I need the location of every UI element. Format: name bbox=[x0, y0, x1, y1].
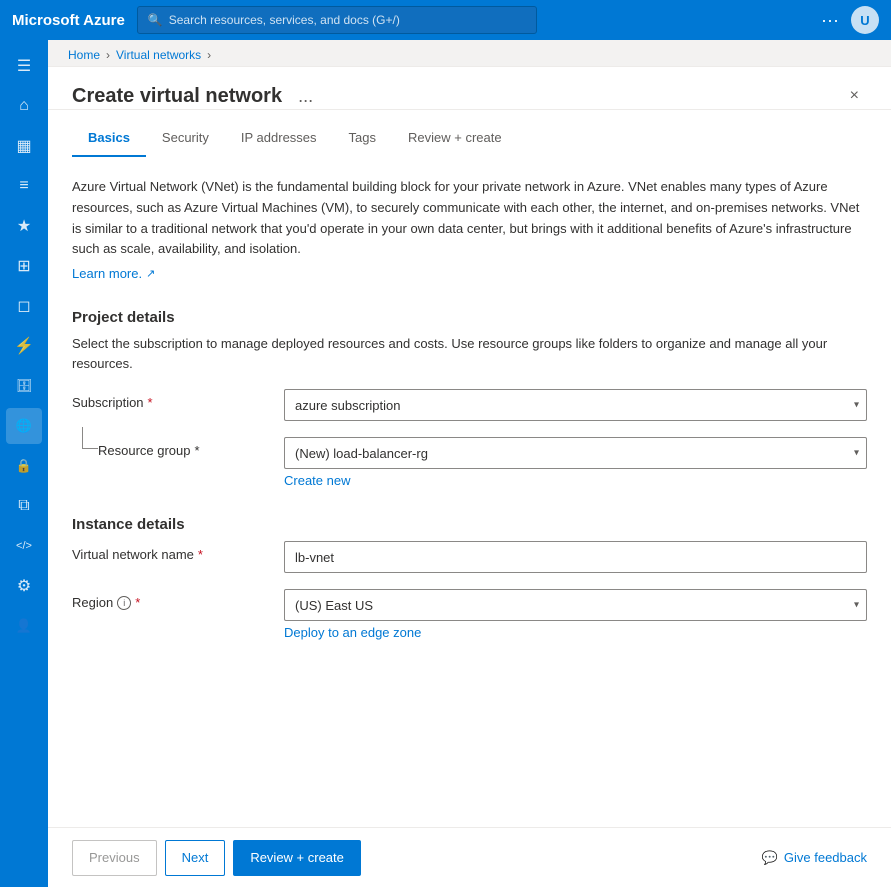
region-row: Region i * (US) East US ▾ Deploy t bbox=[72, 589, 867, 640]
project-details-desc: Select the subscription to manage deploy… bbox=[72, 334, 867, 373]
sidebar-dashboard-icon[interactable]: ▦ bbox=[6, 128, 42, 164]
search-bar[interactable]: 🔍 Search resources, services, and docs (… bbox=[137, 6, 537, 34]
sidebar-menu-icon[interactable]: ☰ bbox=[6, 48, 42, 84]
learn-more-link[interactable]: Learn more. ↗ bbox=[72, 266, 155, 281]
tree-line-wrapper: Resource group * bbox=[72, 437, 272, 458]
tab-tags[interactable]: Tags bbox=[333, 122, 392, 157]
sidebar-lightning-icon[interactable]: ⚡ bbox=[6, 328, 42, 364]
sidebar: ☰ ⌂ ▦ ≡ ★ ⊞ ◻ ⚡ 🗄 🌐 🔒 ⧉ </> ⚙ 👤 bbox=[0, 40, 48, 887]
subscription-control: azure subscription ▾ bbox=[284, 389, 867, 421]
main-area: Home › Virtual networks › Create virtual… bbox=[48, 40, 891, 887]
external-link-icon: ↗ bbox=[146, 267, 155, 280]
topbar-more-button[interactable]: ··· bbox=[821, 10, 839, 31]
resource-group-label: Resource group * bbox=[98, 437, 200, 458]
sidebar-home-icon[interactable]: ⌂ bbox=[6, 88, 42, 124]
breadcrumb: Home › Virtual networks › bbox=[48, 40, 891, 66]
panel-header: Create virtual network ... × bbox=[48, 67, 891, 110]
sidebar-apps-icon[interactable]: ⊞ bbox=[6, 248, 42, 284]
region-info-icon[interactable]: i bbox=[117, 596, 131, 610]
create-vnet-panel: Create virtual network ... × Basics Secu… bbox=[48, 66, 891, 887]
subscription-label: Subscription * bbox=[72, 389, 272, 410]
resource-group-select[interactable]: (New) load-balancer-rg bbox=[284, 437, 867, 469]
topbar: Microsoft Azure 🔍 Search resources, serv… bbox=[0, 0, 891, 40]
sidebar-code-icon[interactable]: </> bbox=[6, 528, 42, 564]
resource-group-row: Resource group * (New) load-balancer-rg … bbox=[72, 437, 867, 488]
breadcrumb-sep-2: › bbox=[207, 48, 211, 62]
user-avatar[interactable]: U bbox=[851, 6, 879, 34]
subscription-select[interactable]: azure subscription bbox=[284, 389, 867, 421]
topbar-right: ··· U bbox=[821, 6, 879, 34]
sidebar-favorites-icon[interactable]: ★ bbox=[6, 208, 42, 244]
bottom-bar: Previous Next Review + create 💬 Give fee… bbox=[48, 827, 891, 887]
vnet-name-input[interactable] bbox=[284, 541, 867, 573]
instance-details-title: Instance details bbox=[72, 516, 867, 533]
vnet-name-row: Virtual network name * bbox=[72, 541, 867, 573]
sidebar-activity-icon[interactable]: ≡ bbox=[6, 168, 42, 204]
sidebar-database-icon[interactable]: 🗄 bbox=[6, 368, 42, 404]
breadcrumb-sep-1: › bbox=[106, 48, 110, 62]
panel-body: Azure Virtual Network (VNet) is the fund… bbox=[48, 157, 891, 827]
review-create-button[interactable]: Review + create bbox=[233, 840, 361, 876]
tabs: Basics Security IP addresses Tags Review… bbox=[48, 122, 891, 157]
sidebar-monitor-icon[interactable]: ◻ bbox=[6, 288, 42, 324]
subscription-required: * bbox=[148, 395, 153, 410]
search-placeholder: Search resources, services, and docs (G+… bbox=[169, 13, 400, 27]
vnet-name-label: Virtual network name * bbox=[72, 541, 272, 562]
panel-menu-dots-button[interactable]: ... bbox=[292, 84, 319, 109]
breadcrumb-virtual-networks[interactable]: Virtual networks bbox=[116, 48, 201, 62]
tab-security[interactable]: Security bbox=[146, 122, 225, 157]
resource-group-control: (New) load-balancer-rg ▾ Create new bbox=[284, 437, 867, 488]
tree-connector bbox=[82, 427, 98, 449]
previous-button[interactable]: Previous bbox=[72, 840, 157, 876]
region-control: (US) East US ▾ Deploy to an edge zone bbox=[284, 589, 867, 640]
region-label: Region i * bbox=[72, 589, 272, 610]
subscription-row: Subscription * azure subscription ▾ bbox=[72, 389, 867, 421]
panel-close-button[interactable]: × bbox=[842, 83, 867, 109]
project-details-section: Project details Select the subscription … bbox=[72, 309, 867, 488]
region-required: * bbox=[135, 595, 140, 610]
feedback-icon: 💬 bbox=[762, 850, 778, 866]
subscription-select-wrapper: azure subscription ▾ bbox=[284, 389, 867, 421]
breadcrumb-home[interactable]: Home bbox=[68, 48, 100, 62]
vnet-name-control bbox=[284, 541, 867, 573]
region-select-wrapper: (US) East US ▾ bbox=[284, 589, 867, 621]
create-new-resource-group-link[interactable]: Create new bbox=[284, 473, 350, 488]
panel-title: Create virtual network bbox=[72, 85, 282, 108]
azure-logo: Microsoft Azure bbox=[12, 12, 125, 29]
sidebar-layers-icon[interactable]: ⧉ bbox=[6, 488, 42, 524]
tab-ip-addresses[interactable]: IP addresses bbox=[225, 122, 333, 157]
sidebar-settings-icon[interactable]: ⚙ bbox=[6, 568, 42, 604]
resource-group-select-wrapper: (New) load-balancer-rg ▾ bbox=[284, 437, 867, 469]
next-button[interactable]: Next bbox=[165, 840, 226, 876]
give-feedback-link[interactable]: 💬 Give feedback bbox=[762, 850, 867, 866]
sidebar-lock-icon[interactable]: 🔒 bbox=[6, 448, 42, 484]
tab-basics[interactable]: Basics bbox=[72, 122, 146, 157]
vnet-description: Azure Virtual Network (VNet) is the fund… bbox=[72, 177, 867, 260]
vnet-name-required: * bbox=[198, 547, 203, 562]
region-select[interactable]: (US) East US bbox=[284, 589, 867, 621]
search-icon: 🔍 bbox=[148, 13, 163, 27]
deploy-edge-zone-link[interactable]: Deploy to an edge zone bbox=[284, 625, 421, 640]
resource-group-required: * bbox=[195, 443, 200, 458]
sidebar-network-icon[interactable]: 🌐 bbox=[6, 408, 42, 444]
tab-review-create[interactable]: Review + create bbox=[392, 122, 518, 157]
panel-title-row: Create virtual network ... bbox=[72, 84, 319, 109]
project-details-title: Project details bbox=[72, 309, 867, 326]
instance-details-section: Instance details Virtual network name * bbox=[72, 516, 867, 640]
sidebar-user-icon[interactable]: 👤 bbox=[6, 608, 42, 644]
